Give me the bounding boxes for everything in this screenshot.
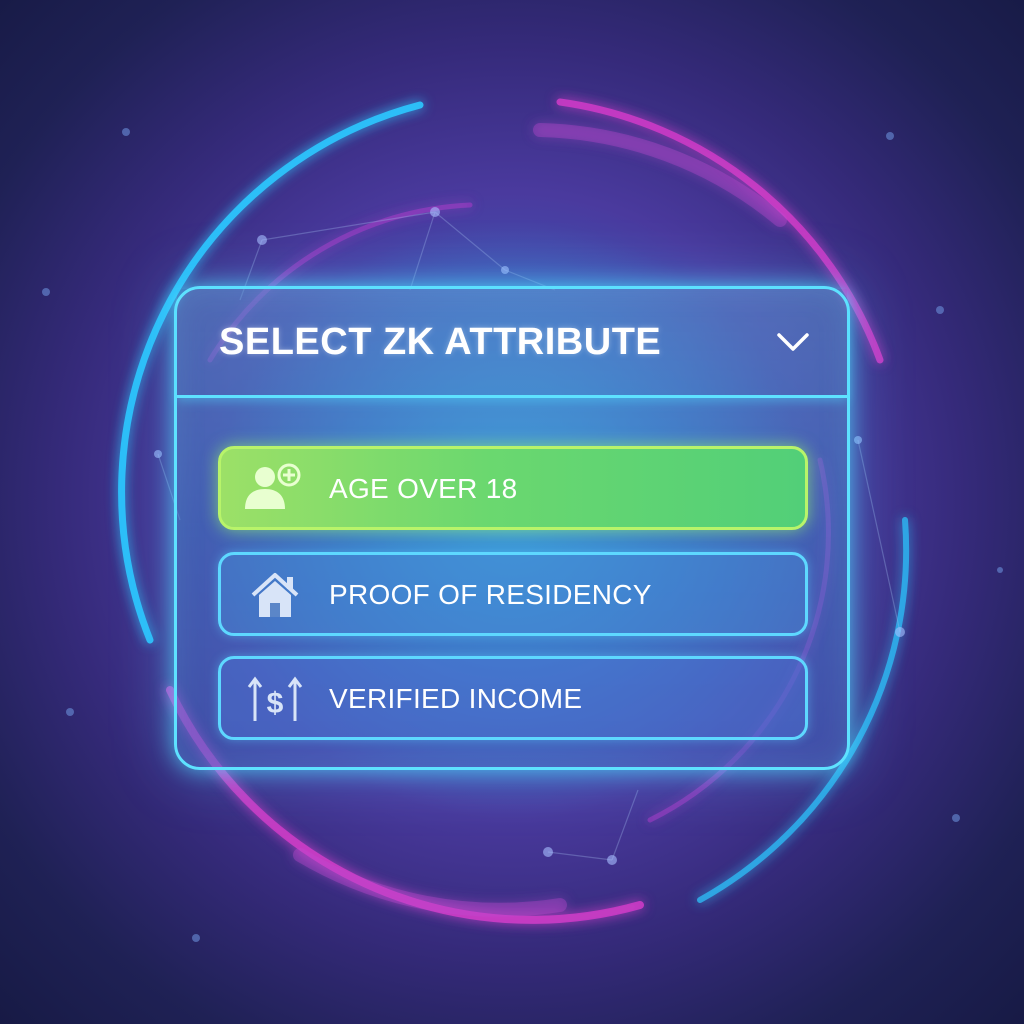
svg-text:$: $ (267, 687, 284, 720)
home-icon (251, 573, 299, 617)
dropdown-header[interactable]: SELECT ZK ATTRIBUTE (177, 289, 847, 398)
option-label: PROOF OF RESIDENCY (329, 579, 652, 610)
option-label: VERIFIED INCOME (329, 683, 583, 714)
income-icon: $ (247, 676, 303, 721)
option-label: AGE OVER 18 (329, 473, 518, 504)
option-proof-of-residency[interactable]: PROOF OF RESIDENCY (218, 552, 808, 636)
attribute-dropdown: SELECT ZK ATTRIBUTE AGE OVER 18 PROOF OF… (174, 286, 850, 770)
option-age-over-18[interactable]: AGE OVER 18 (218, 446, 808, 530)
option-verified-income[interactable]: $ VERIFIED INCOME (218, 656, 808, 740)
chevron-down-icon[interactable] (773, 327, 813, 357)
dropdown-title: SELECT ZK ATTRIBUTE (219, 321, 662, 363)
user-add-icon (245, 463, 301, 509)
